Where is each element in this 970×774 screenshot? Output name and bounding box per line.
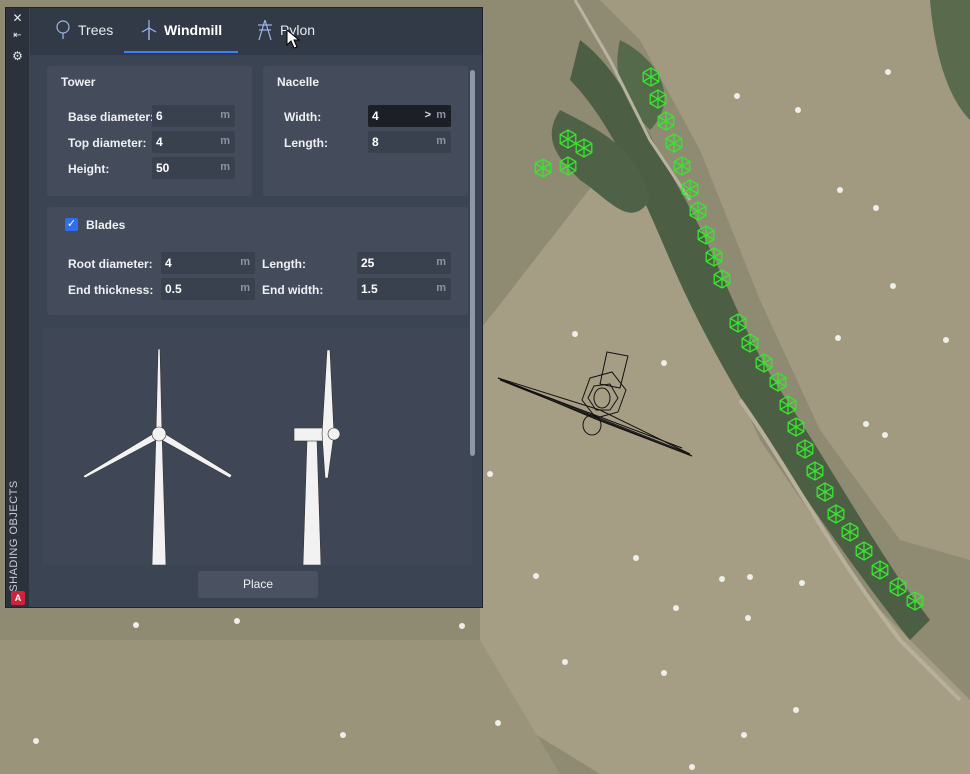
- top-diameter-value: 4: [156, 135, 163, 149]
- side-blade: [321, 349, 335, 479]
- front-blade-left: [82, 431, 161, 479]
- palette-content: Trees Windmill Pylon Tower Base diameter…: [30, 8, 482, 607]
- front-hub: [151, 426, 167, 442]
- text-cursor-icon: >: [424, 109, 431, 121]
- nacelle-length-field[interactable]: 8 m: [368, 131, 451, 153]
- base-diameter-label: Base diameter:: [68, 110, 152, 124]
- place-button[interactable]: Place: [198, 571, 318, 598]
- blade-length-label: Length:: [262, 257, 306, 271]
- side-hub: [327, 427, 341, 441]
- nacelle-width-unit: m: [436, 109, 446, 121]
- tree-icon: [56, 20, 70, 39]
- blade-length-unit: m: [436, 256, 446, 268]
- palette-title: SHADING OBJECTS: [8, 480, 20, 592]
- height-unit: m: [220, 161, 230, 173]
- end-width-label: End width:: [262, 283, 324, 297]
- nacelle-length-unit: m: [436, 135, 446, 147]
- root-diameter-label: Root diameter:: [68, 257, 153, 271]
- end-width-unit: m: [436, 282, 446, 294]
- shading-objects-palette: ✕ ⇤ ⚙ SHADING OBJECTS A Trees Windmill P…: [5, 7, 483, 608]
- front-blade-right: [157, 431, 233, 479]
- root-diameter-unit: m: [240, 256, 250, 268]
- root-diameter-value: 4: [165, 256, 172, 270]
- end-thickness-label: End thickness:: [68, 283, 154, 297]
- side-tower: [302, 439, 322, 566]
- nacelle-title: Nacelle: [277, 75, 320, 89]
- gear-icon[interactable]: ⚙: [9, 48, 26, 64]
- nacelle-card: Nacelle Width: 4 > m Length: 8 m: [263, 66, 468, 196]
- nacelle-length-value: 8: [372, 135, 379, 149]
- collapse-icon[interactable]: ⇤: [9, 28, 26, 44]
- tab-trees-label: Trees: [78, 22, 114, 38]
- root-diameter-field[interactable]: 4 m: [161, 252, 255, 274]
- nacelle-width-field[interactable]: 4 > m: [368, 105, 451, 127]
- tab-trees[interactable]: Trees: [54, 8, 113, 52]
- app-logo-icon: A: [11, 591, 25, 605]
- height-field[interactable]: 50 m: [152, 157, 235, 179]
- end-thickness-field[interactable]: 0.5 m: [161, 278, 255, 300]
- top-diameter-field[interactable]: 4 m: [152, 131, 235, 153]
- nacelle-length-label: Length:: [284, 136, 328, 150]
- palette-scrollbar[interactable]: [470, 70, 475, 456]
- end-thickness-unit: m: [240, 282, 250, 294]
- active-tab-indicator: [124, 51, 238, 53]
- tower-title: Tower: [61, 75, 96, 89]
- mouse-cursor-icon: [286, 29, 300, 49]
- base-diameter-value: 6: [156, 109, 163, 123]
- tab-windmill-label: Windmill: [164, 22, 223, 38]
- height-value: 50: [156, 161, 170, 175]
- tab-bar: Trees Windmill Pylon: [30, 8, 482, 55]
- blade-length-value: 25: [361, 256, 375, 270]
- base-diameter-unit: m: [220, 109, 230, 121]
- end-thickness-value: 0.5: [165, 282, 182, 296]
- close-icon[interactable]: ✕: [9, 10, 26, 26]
- nacelle-width-label: Width:: [284, 110, 322, 124]
- front-blade-up: [155, 348, 163, 433]
- front-tower: [151, 432, 167, 566]
- windmill-preview: [42, 328, 472, 566]
- nacelle-width-value: 4: [372, 109, 379, 123]
- palette-title-strip: ✕ ⇤ ⚙ SHADING OBJECTS A: [6, 8, 29, 607]
- pylon-icon: [258, 19, 272, 41]
- base-diameter-field[interactable]: 6 m: [152, 105, 235, 127]
- top-diameter-unit: m: [220, 135, 230, 147]
- tab-windmill[interactable]: Windmill: [140, 8, 222, 52]
- top-diameter-label: Top diameter:: [68, 136, 147, 150]
- blades-card: ✓ Blades Root diameter: 4 m Length: 25 m…: [47, 207, 468, 315]
- blades-checkbox[interactable]: ✓: [65, 218, 78, 231]
- windmill-icon: [141, 20, 157, 40]
- end-width-field[interactable]: 1.5 m: [357, 278, 451, 300]
- end-width-value: 1.5: [361, 282, 378, 296]
- height-label: Height:: [68, 162, 110, 176]
- blades-title: Blades: [86, 218, 126, 232]
- blade-length-field[interactable]: 25 m: [357, 252, 451, 274]
- tower-card: Tower Base diameter: 6 m Top diameter: 4…: [47, 66, 252, 196]
- windmill-preview-drawing: [82, 348, 341, 566]
